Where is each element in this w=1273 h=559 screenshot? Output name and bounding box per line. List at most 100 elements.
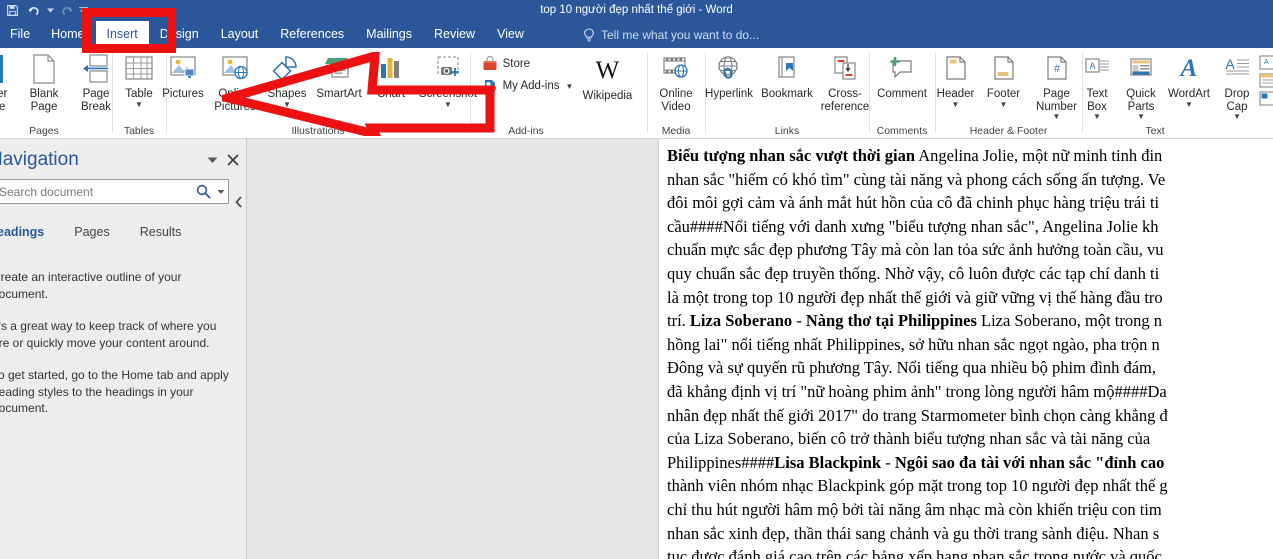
document-text[interactable]: Biểu tượng nhan sắc vượt thời gian Angel… (667, 144, 1267, 559)
page-number-dropdown-icon[interactable]: ▼ (1053, 113, 1061, 121)
store-button[interactable]: Store (479, 53, 577, 75)
document-line: Đông và sự quyến rũ phương Tây. Nổi tiến… (667, 356, 1267, 380)
nav-tab-pages[interactable]: Pages (74, 225, 109, 239)
tell-me-search[interactable]: Tell me what you want to do... (583, 21, 759, 48)
my-addins-icon (482, 78, 499, 95)
signature-line-icon[interactable]: A (1259, 53, 1273, 71)
navigation-pane-options-icon[interactable] (205, 153, 219, 167)
pictures-icon (168, 52, 198, 86)
bookmark-icon (772, 52, 802, 86)
online-video-button[interactable]: Online Video (650, 48, 702, 113)
wordart-icon: A (1180, 55, 1198, 82)
text-box-dropdown-icon[interactable]: ▼ (1093, 113, 1101, 121)
document-line: Philippines####Lisa Blackpink - Ngôi sao… (667, 451, 1267, 475)
navigation-empty-state: Create an interactive outline of your do… (0, 269, 232, 433)
online-pictures-button[interactable]: Online Pictures (209, 48, 261, 113)
document-page[interactable]: Biểu tượng nhan sắc vượt thời gian Angel… (658, 139, 1273, 559)
drop-cap-icon: A (1224, 52, 1250, 86)
document-run-bold: Biểu tượng nhan sắc vượt thời gian (667, 146, 916, 165)
hyperlink-icon (714, 52, 744, 86)
header-button[interactable]: Header ▼ (932, 48, 980, 109)
my-addins-button[interactable]: My Add-ins ▼ (479, 75, 577, 97)
document-line: tục được đánh giá cao trên các bảng xếp … (667, 545, 1267, 559)
document-run: trí. (667, 311, 690, 331)
nav-tab-headings[interactable]: Headings (0, 225, 44, 239)
text-box-button[interactable]: A Text Box ▼ (1075, 48, 1119, 121)
nav-help-paragraph: To get started, go to the Home tab and a… (0, 368, 229, 415)
comment-button[interactable]: Comment (871, 48, 933, 101)
tab-view[interactable]: View (486, 21, 535, 48)
group-label-tables: Tables (123, 125, 155, 137)
quick-parts-icon (1128, 52, 1154, 86)
search-input[interactable]: Search document (0, 185, 192, 199)
footer-dropdown-icon[interactable]: ▼ (1000, 100, 1008, 109)
document-run: Angelina Jolie, một nữ minh tinh đin (915, 146, 1163, 165)
header-dropdown-icon[interactable]: ▼ (952, 100, 960, 109)
screenshot-dropdown-icon[interactable]: ▼ (444, 100, 452, 109)
quick-parts-button[interactable]: Quick Parts ▼ (1119, 48, 1163, 121)
shapes-button[interactable]: Shapes ▼ (261, 48, 313, 109)
search-icon[interactable] (192, 184, 214, 199)
document-line: đã khẳng định vị trí "nữ hoàng phim ảnh"… (667, 380, 1267, 404)
my-addins-dropdown-icon[interactable]: ▼ (565, 82, 573, 91)
group-label-links: Links (774, 125, 800, 137)
document-run: Philippines#### (667, 452, 775, 472)
cover-page-label: Cover Page (0, 88, 8, 113)
text-box-label: Text Box (1086, 88, 1108, 113)
date-time-icon[interactable] (1259, 71, 1273, 89)
tab-review[interactable]: Review (423, 21, 486, 48)
document-line: của Liza Soberano, biến cô trở thành biể… (667, 427, 1267, 451)
document-line: trí. Liza Soberano - Nàng thơ tại Philip… (667, 309, 1267, 333)
drop-cap-dropdown-icon[interactable]: ▼ (1233, 113, 1241, 121)
hyperlink-button[interactable]: Hyperlink (700, 48, 758, 101)
screenshot-icon (433, 52, 463, 86)
document-line: thành viên nhóm nhạc Blackpink góp mặt t… (667, 474, 1267, 498)
nav-tab-results[interactable]: Results (140, 225, 182, 239)
shapes-dropdown-icon[interactable]: ▼ (283, 100, 291, 109)
ribbon-group-media: Online Video Media (648, 48, 704, 139)
cover-page-button[interactable]: Cover Page ▼ (0, 48, 18, 121)
bookmark-button[interactable]: Bookmark (758, 48, 816, 101)
document-line: quy chuẩn sắc đẹp truyền thống. Nhờ vậy,… (667, 262, 1267, 286)
cross-reference-button[interactable]: Cross- reference (816, 48, 874, 113)
tab-mailings[interactable]: Mailings (355, 21, 423, 48)
document-line: nhân đẹp nhất thế giới 2017" do trang St… (667, 404, 1267, 428)
footer-button[interactable]: Footer ▼ (980, 48, 1028, 109)
pictures-button[interactable]: Pictures (157, 48, 209, 101)
blank-page-button[interactable]: Blank Page (18, 48, 70, 113)
work-area: Navigation Search document Headings Page… (0, 139, 1273, 559)
table-dropdown-icon[interactable]: ▼ (135, 100, 143, 109)
navigation-pane-close-icon[interactable] (226, 153, 240, 167)
wordart-dropdown-icon[interactable]: ▼ (1185, 100, 1193, 109)
wordart-button[interactable]: A WordArt ▼ (1163, 48, 1215, 109)
tab-file[interactable]: File (0, 21, 40, 48)
ribbon: Cover Page ▼ Blank Page Page Break Pages (0, 8, 1273, 141)
collapse-pane-chevron-icon[interactable] (234, 194, 244, 210)
store-icon (482, 56, 499, 73)
search-options-dropdown-icon[interactable] (214, 189, 228, 195)
drop-cap-button[interactable]: A Drop Cap ▼ (1215, 48, 1259, 121)
ribbon-group-text: A Text Box ▼ Quick Parts ▼ A WordArt ▼ A… (1083, 48, 1273, 139)
tab-references[interactable]: References (269, 21, 355, 48)
object-icon[interactable] (1259, 89, 1273, 107)
shapes-label: Shapes (267, 88, 307, 100)
ribbon-group-comments: Comment Comments (870, 48, 934, 139)
search-document-box[interactable]: Search document (0, 179, 229, 204)
blank-page-icon (31, 52, 57, 86)
nav-help-paragraph: Create an interactive outline of your do… (0, 270, 182, 301)
document-run: tục được đánh giá cao trên các bảng xếp … (667, 547, 1162, 559)
ribbon-group-illustrations: Pictures Online Pictures Shapes ▼ SmartA… (162, 48, 477, 139)
tab-layout[interactable]: Layout (210, 21, 270, 48)
page-break-icon (82, 52, 110, 86)
smartart-button[interactable]: SmartArt (313, 48, 365, 101)
chart-label: Chart (376, 88, 406, 100)
chart-button[interactable]: Chart (365, 48, 417, 101)
wikipedia-button[interactable]: W Wikipedia (576, 48, 638, 122)
screenshot-label: Screenshot (418, 88, 478, 100)
text-extra-buttons[interactable]: A (1259, 48, 1273, 107)
navigation-pane-title: Navigation (0, 149, 79, 170)
table-icon (124, 52, 154, 86)
ribbon-group-addins: Store My Add-ins ▼ W Wikipedia Add-ins (471, 48, 646, 139)
quick-parts-dropdown-icon[interactable]: ▼ (1137, 113, 1145, 121)
navigation-pane: Navigation Search document Headings Page… (0, 139, 247, 559)
